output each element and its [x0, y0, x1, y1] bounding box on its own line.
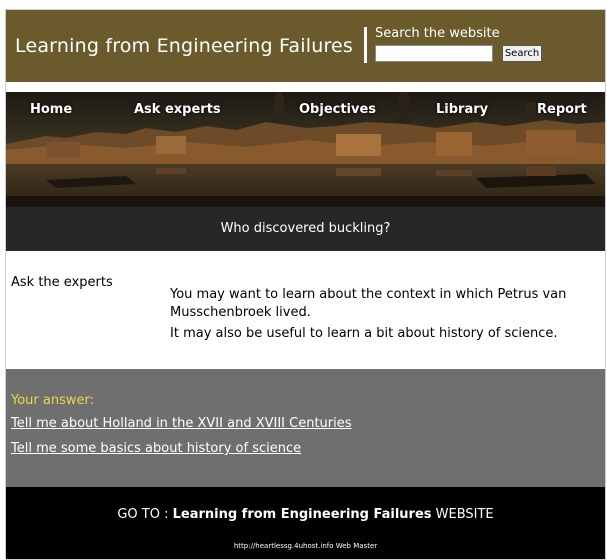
nav-objectives[interactable]: Objectives — [299, 102, 376, 117]
question-title: Who discovered buckling? — [6, 207, 605, 251]
expert-hint: It may also be useful to learn a bit abo… — [170, 326, 558, 341]
goto-website-link[interactable]: GO TO : Learning from Engineering Failur… — [6, 507, 605, 522]
header-divider — [364, 27, 367, 63]
footer-credit: http://heartlessg.4uhost.info Web Master — [233, 542, 378, 550]
nav-library[interactable]: Library — [436, 102, 488, 117]
expert-hint: You may want to learn about the context … — [170, 287, 567, 320]
section-label: Ask the experts — [11, 275, 113, 290]
goto-site-name[interactable]: Learning from Engineering Failures — [173, 507, 432, 522]
page-frame: Learning from Engineering Failures Searc… — [5, 9, 606, 560]
site-header: Learning from Engineering Failures Searc… — [6, 10, 605, 82]
site-title: Learning from Engineering Failures — [15, 35, 354, 57]
answers-section: Your answer: Tell me about Holland in th… — [6, 369, 605, 487]
banner-image: Home Ask experts Objectives Library Repo… — [6, 92, 605, 207]
main-nav: Home Ask experts Objectives Library Repo… — [6, 102, 605, 124]
answer-link-history-of-science[interactable]: Tell me some basics about history of sci… — [11, 441, 301, 456]
nav-ask-experts[interactable]: Ask experts — [134, 102, 221, 117]
nav-home[interactable]: Home — [30, 102, 72, 117]
search-label: Search the website — [375, 26, 500, 41]
answer-label: Your answer: — [11, 393, 94, 408]
search-button[interactable]: Search — [502, 45, 542, 62]
site-footer: GO TO : Learning from Engineering Failur… — [6, 487, 605, 559]
answer-link-holland[interactable]: Tell me about Holland in the XVII and XV… — [11, 416, 352, 431]
experts-section: Ask the experts You may want to learn ab… — [6, 251, 605, 369]
search-input[interactable] — [375, 45, 493, 62]
goto-suffix: WEBSITE — [431, 507, 494, 522]
goto-prefix: GO TO : — [117, 507, 173, 522]
nav-report[interactable]: Report — [537, 102, 587, 117]
